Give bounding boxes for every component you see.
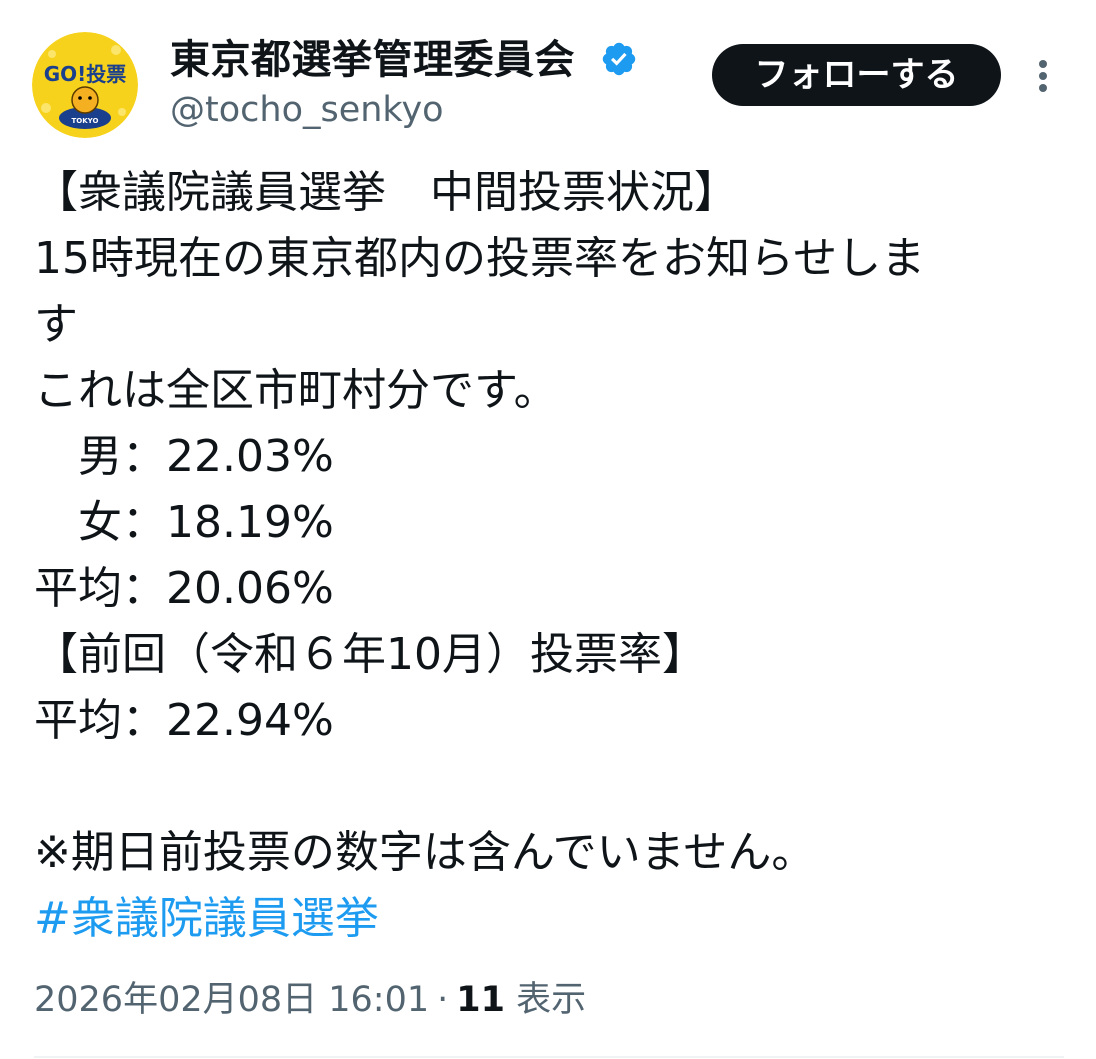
tweet-text-line: 15時現在の東京都内の投票率をお知らせしま <box>34 233 926 284</box>
avatar[interactable]: GO!投票 TOKYO <box>32 32 138 138</box>
tweet-text: 【衆議院議員選挙 中間投票状況】 15時現在の東京都内の投票率をお知らせしま す… <box>34 160 1074 952</box>
tweet-note: ※期日前投票の数字は含んでいません。 <box>34 827 816 878</box>
tweet-text-line: す <box>34 299 78 350</box>
previous-turnout-average: 平均：22.94% <box>34 695 334 746</box>
hashtag-link[interactable]: #衆議院議員選挙 <box>34 893 379 944</box>
divider <box>34 1056 1064 1058</box>
tweet-text-line: これは全区市町村分です。 <box>34 365 558 416</box>
tweet-meta: 2026年02月08日 16:01 · 11 表示 <box>34 972 586 1028</box>
tweet-text-line: 【前回（令和６年10月）投票率】 <box>34 629 706 680</box>
turnout-female: 女：18.19% <box>34 497 334 548</box>
views-label[interactable]: 表示 <box>516 980 586 1020</box>
verified-badge-icon[interactable] <box>600 40 638 78</box>
author-handle[interactable]: @tocho_senkyo <box>170 88 444 132</box>
tweet-timestamp[interactable]: 2026年02月08日 16:01 <box>34 980 429 1020</box>
tweet-text-line: 【衆議院議員選挙 中間投票状況】 <box>34 167 738 218</box>
avatar-image: GO!投票 TOKYO <box>32 32 138 138</box>
author-display-name[interactable]: 東京都選挙管理委員会 <box>170 36 575 84</box>
more-vertical-icon[interactable] <box>1026 52 1060 100</box>
turnout-average: 平均：20.06% <box>34 563 334 614</box>
turnout-male: 男：22.03% <box>34 431 334 482</box>
tweet-header: GO!投票 TOKYO 東京都選挙管理委員会 @tocho_senkyo フォロ… <box>0 0 1096 150</box>
follow-button[interactable]: フォローする <box>712 44 1001 106</box>
avatar-logo-subtext: TOKYO <box>72 117 99 125</box>
avatar-logo-text: GO!投票 <box>44 62 127 86</box>
views-count[interactable]: 11 <box>456 980 505 1020</box>
meta-separator: · <box>437 980 449 1020</box>
